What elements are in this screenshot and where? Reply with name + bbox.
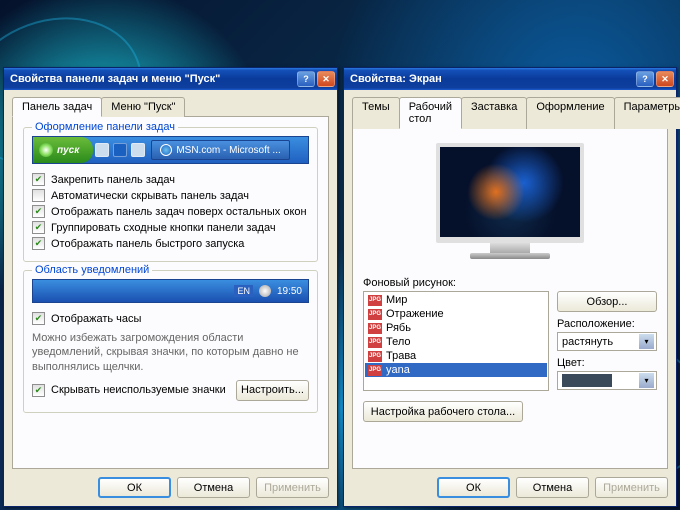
tab-screensaver[interactable]: Заставка — [461, 97, 527, 129]
apply-button[interactable]: Применить — [595, 477, 668, 498]
background-item[interactable]: JPG Мир — [365, 293, 547, 307]
monitor-screen — [436, 143, 584, 243]
titlebar-right[interactable]: Свойства: Экран ? ✕ — [344, 68, 676, 90]
show-clock-checkbox[interactable] — [32, 312, 45, 325]
taskbar-checkbox-4[interactable] — [32, 237, 45, 250]
tab-settings[interactable]: Параметры — [614, 97, 680, 129]
help-button[interactable]: ? — [636, 71, 654, 87]
hide-unused-checkbox[interactable] — [32, 384, 45, 397]
color-label: Цвет: — [557, 357, 657, 369]
background-item-label: yana — [386, 364, 410, 376]
background-item[interactable]: JPG yana — [365, 363, 547, 377]
checkbox-label: Автоматически скрывать панель задач — [51, 190, 249, 202]
tab-appearance[interactable]: Оформление — [526, 97, 614, 129]
window-title: Свойства: Экран — [350, 73, 634, 85]
background-item-label: Рябь — [386, 322, 411, 334]
display-properties-window: Свойства: Экран ? ✕ Темы Рабочий стол За… — [343, 67, 677, 507]
quicklaunch-icon — [113, 143, 127, 157]
checkbox-label: Отображать панель быстрого запуска — [51, 238, 244, 250]
monitor-preview — [436, 143, 584, 267]
background-item-label: Трава — [386, 350, 416, 362]
jpg-icon: JPG — [368, 295, 382, 306]
background-item-label: Мир — [386, 294, 407, 306]
color-swatch — [562, 374, 612, 387]
group-title: Оформление панели задач — [32, 121, 178, 133]
background-item[interactable]: JPG Трава — [365, 349, 547, 363]
jpg-icon: JPG — [368, 337, 382, 348]
position-label: Расположение: — [557, 318, 657, 330]
chevron-down-icon: ▾ — [639, 334, 654, 349]
jpg-icon: JPG — [368, 351, 382, 362]
checkbox-label: Группировать сходные кнопки панели задач — [51, 222, 276, 234]
help-button[interactable]: ? — [297, 71, 315, 87]
taskbar-properties-window: Свойства панели задач и меню "Пуск" ? ✕ … — [3, 67, 338, 507]
taskbar-checkbox-3[interactable] — [32, 221, 45, 234]
background-list[interactable]: JPG Мир JPG Отражение JPG Рябь JPG Тело JPG Трава… — [363, 291, 549, 391]
jpg-icon: JPG — [368, 365, 382, 376]
taskbar-checkbox-2[interactable] — [32, 205, 45, 218]
background-item[interactable]: JPG Тело — [365, 335, 547, 349]
notification-note: Можно избежать загромождения области уве… — [32, 331, 309, 374]
tabs-right: Темы Рабочий стол Заставка Оформление Па… — [352, 97, 668, 129]
language-indicator: EN — [234, 285, 253, 297]
background-item-label: Тело — [386, 336, 411, 348]
taskbar-checkbox-0[interactable] — [32, 173, 45, 186]
taskbar-checkbox-1[interactable] — [32, 189, 45, 202]
checkbox-label: Скрывать неиспользуемые значки — [51, 384, 230, 396]
clock-time: 19:50 — [277, 286, 302, 297]
jpg-icon: JPG — [368, 323, 382, 334]
checkbox-label: Закрепить панель задач — [51, 174, 175, 186]
jpg-icon: JPG — [368, 309, 382, 320]
notification-area-group: Область уведомлений EN 19:50 Отображать … — [23, 270, 318, 413]
apply-button[interactable]: Применить — [256, 477, 329, 498]
start-orb-icon — [39, 143, 53, 157]
tab-taskbar[interactable]: Панель задач — [12, 97, 102, 117]
taskbar-appearance-group: Оформление панели задач пуск MSN.com - M… — [23, 127, 318, 262]
color-combo[interactable]: ▾ — [557, 371, 657, 390]
background-item-label: Отражение — [386, 308, 444, 320]
group-title: Область уведомлений — [32, 264, 152, 276]
tab-start-menu[interactable]: Меню "Пуск" — [101, 97, 185, 117]
chevron-down-icon: ▾ — [639, 373, 654, 388]
close-button[interactable]: ✕ — [656, 71, 674, 87]
background-item[interactable]: JPG Отражение — [365, 307, 547, 321]
cancel-button[interactable]: Отмена — [177, 477, 250, 498]
quicklaunch-icon — [131, 143, 145, 157]
tab-desktop[interactable]: Рабочий стол — [399, 97, 462, 129]
ie-icon — [160, 144, 172, 156]
cancel-button[interactable]: Отмена — [516, 477, 589, 498]
taskbar-item-preview: MSN.com - Microsoft ... — [151, 140, 289, 160]
notification-preview: EN 19:50 — [32, 279, 309, 303]
taskbar-preview: пуск MSN.com - Microsoft ... — [32, 136, 309, 164]
clock-icon — [259, 285, 271, 297]
ok-button[interactable]: ОК — [437, 477, 510, 498]
configure-button[interactable]: Настроить... — [236, 380, 309, 401]
tab-themes[interactable]: Темы — [352, 97, 400, 129]
quicklaunch-icon — [95, 143, 109, 157]
browse-button[interactable]: Обзор... — [557, 291, 657, 312]
background-label: Фоновый рисунок: — [363, 277, 657, 289]
close-button[interactable]: ✕ — [317, 71, 335, 87]
background-item[interactable]: JPG Рябь — [365, 321, 547, 335]
desktop-settings-button[interactable]: Настройка рабочего стола... — [363, 401, 523, 422]
checkbox-label: Отображать панель задач поверх остальных… — [51, 206, 307, 218]
position-combo[interactable]: растянуть ▾ — [557, 332, 657, 351]
titlebar-left[interactable]: Свойства панели задач и меню "Пуск" ? ✕ — [4, 68, 337, 90]
window-title: Свойства панели задач и меню "Пуск" — [10, 73, 295, 85]
ok-button[interactable]: ОК — [98, 477, 171, 498]
checkbox-label: Отображать часы — [51, 313, 141, 325]
tabs-left: Панель задач Меню "Пуск" — [12, 97, 329, 117]
start-button-preview: пуск — [33, 137, 93, 163]
